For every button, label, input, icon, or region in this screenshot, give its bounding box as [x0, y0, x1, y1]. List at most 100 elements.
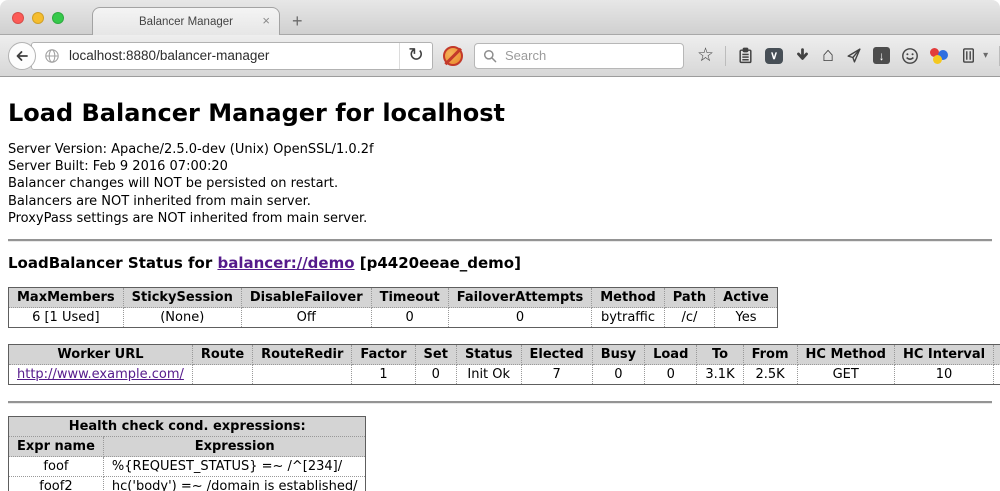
worker-data-row: http://www.example.com/ 1 0 Init Ok 7 0 …	[9, 365, 1000, 385]
home-icon[interactable]: ⌂	[822, 46, 834, 65]
worker-cell: 1	[352, 365, 415, 385]
balancer-column-header: DisableFailover	[241, 288, 371, 308]
chevron-down-icon[interactable]: ▾	[983, 50, 988, 61]
health-title-row: Health check cond. expressions:	[9, 417, 366, 437]
worker-column-header: Set	[415, 345, 456, 365]
balancer-settings-table: MaxMembersStickySessionDisableFailoverTi…	[8, 287, 778, 328]
worker-cell: 0	[415, 365, 456, 385]
worker-column-header: Passes	[994, 345, 1000, 365]
balancer-cell: 0	[371, 308, 448, 328]
proxypass-notice-line: ProxyPass settings are NOT inherited fro…	[8, 210, 992, 227]
worker-url-link[interactable]: http://www.example.com/	[17, 367, 184, 382]
close-window-button[interactable]	[12, 12, 24, 24]
archive-panel-icon[interactable]	[960, 47, 977, 64]
status-heading-suffix: [p4420eeae_demo]	[355, 254, 521, 272]
balancer-column-header: Timeout	[371, 288, 448, 308]
balancer-column-header: Path	[664, 288, 714, 308]
worker-column-header: Worker URL	[9, 345, 193, 365]
worker-cell: 0	[592, 365, 644, 385]
search-input[interactable]	[503, 47, 683, 64]
plugin-blocked-button[interactable]	[443, 46, 463, 66]
tab-close-icon[interactable]: ×	[262, 14, 270, 28]
worker-cell: Init Ok	[456, 365, 521, 385]
bookmark-star-icon[interactable]: ☆	[697, 46, 714, 65]
search-icon	[483, 49, 497, 63]
emoji-smiley-icon[interactable]	[901, 47, 919, 65]
expr-name-cell: foof2	[9, 477, 104, 491]
downloadhelper-icon[interactable]	[930, 47, 949, 64]
browser-titlebar: Balancer Manager × +	[0, 0, 1000, 35]
worker-cell: 1 (0)	[994, 365, 1000, 385]
worker-column-header: From	[743, 345, 797, 365]
send-plane-icon[interactable]	[845, 47, 862, 64]
balancer-demo-link[interactable]: balancer://demo	[217, 254, 354, 272]
worker-cell: 2.5K	[743, 365, 797, 385]
section-divider	[8, 239, 992, 242]
server-built-line: Server Built: Feb 9 2016 07:00:20	[8, 158, 992, 175]
tab-balancer-manager[interactable]: Balancer Manager ×	[92, 7, 280, 35]
inherit-notice-line: Balancers are NOT inherited from main se…	[8, 193, 992, 210]
toolbar-separator	[725, 46, 726, 66]
reload-button[interactable]: ↻	[400, 46, 432, 65]
balancer-cell: 6 [1 Used]	[9, 308, 124, 328]
status-heading-prefix: LoadBalancer Status for	[8, 254, 217, 272]
balancer-cell: bytraffic	[592, 308, 664, 328]
balancer-cell: /c/	[664, 308, 714, 328]
worker-cell: 0	[645, 365, 697, 385]
balancer-cell: Off	[241, 308, 371, 328]
page-title: Load Balancer Manager for localhost	[8, 99, 992, 127]
browser-window: Balancer Manager × + ↻ ☆ ∨ ⌂	[0, 0, 1000, 491]
worker-cell	[192, 365, 252, 385]
site-identity-globe-icon	[44, 48, 60, 64]
health-table-title: Health check cond. expressions:	[9, 417, 366, 437]
server-info: Server Version: Apache/2.5.0-dev (Unix) …	[8, 141, 992, 227]
search-bar[interactable]	[474, 43, 684, 69]
worker-cell: GET	[797, 365, 894, 385]
persist-notice-line: Balancer changes will NOT be persisted o…	[8, 175, 992, 192]
health-header-row: Expr name Expression	[9, 437, 366, 457]
worker-table: Worker URLRouteRouteRedirFactorSetStatus…	[8, 344, 1000, 385]
worker-cell: 10	[894, 365, 993, 385]
worker-cell	[253, 365, 352, 385]
balancer-column-header: Active	[715, 288, 778, 308]
url-bar[interactable]: ↻	[31, 42, 433, 70]
pocket-icon[interactable]: ∨	[765, 48, 783, 64]
extension-download-icon[interactable]: ↓	[873, 47, 890, 64]
back-arrow-icon	[14, 48, 30, 64]
worker-cell: 3.1K	[697, 365, 743, 385]
plugin-blocked-icon	[443, 46, 463, 66]
worker-column-header: Factor	[352, 345, 415, 365]
worker-column-header: Busy	[592, 345, 644, 365]
worker-column-header: RouteRedir	[253, 345, 352, 365]
health-column-header: Expr name	[9, 437, 104, 457]
worker-url-cell: http://www.example.com/	[9, 365, 193, 385]
health-data-row: foof2 hc('body') =~ /domain is establish…	[9, 477, 366, 491]
balancer-column-header: MaxMembers	[9, 288, 124, 308]
balancer-column-header: StickySession	[123, 288, 241, 308]
health-column-header: Expression	[103, 437, 366, 457]
expr-name-cell: foof	[9, 457, 104, 477]
expression-cell: %{REQUEST_STATUS} =~ /^[234]/	[103, 457, 366, 477]
worker-column-header: HC Interval	[894, 345, 993, 365]
back-button[interactable]	[8, 42, 36, 70]
navigation-toolbar: ↻ ☆ ∨ ⌂ ↓ ▾	[0, 35, 1000, 77]
bookmarks-clipboard-icon[interactable]	[737, 47, 754, 64]
worker-column-header: Status	[456, 345, 521, 365]
balancer-status-heading: LoadBalancer Status for balancer://demo …	[8, 254, 992, 272]
balancer-data-row: 6 [1 Used](None)Off00bytraffic/c/Yes	[9, 308, 778, 328]
page-content: Load Balancer Manager for localhost Serv…	[0, 77, 1000, 491]
url-input[interactable]	[67, 47, 399, 64]
balancer-cell: Yes	[715, 308, 778, 328]
worker-cell: 7	[521, 365, 592, 385]
fullscreen-window-button[interactable]	[52, 12, 64, 24]
balancer-cell: (None)	[123, 308, 241, 328]
minimize-window-button[interactable]	[32, 12, 44, 24]
worker-column-header: To	[697, 345, 743, 365]
worker-column-header: Elected	[521, 345, 592, 365]
section-divider	[8, 401, 992, 404]
new-tab-button[interactable]: +	[292, 12, 303, 30]
health-check-table: Health check cond. expressions: Expr nam…	[8, 416, 366, 491]
worker-column-header: Load	[645, 345, 697, 365]
balancer-cell: 0	[448, 308, 592, 328]
downloads-icon[interactable]	[794, 47, 811, 64]
